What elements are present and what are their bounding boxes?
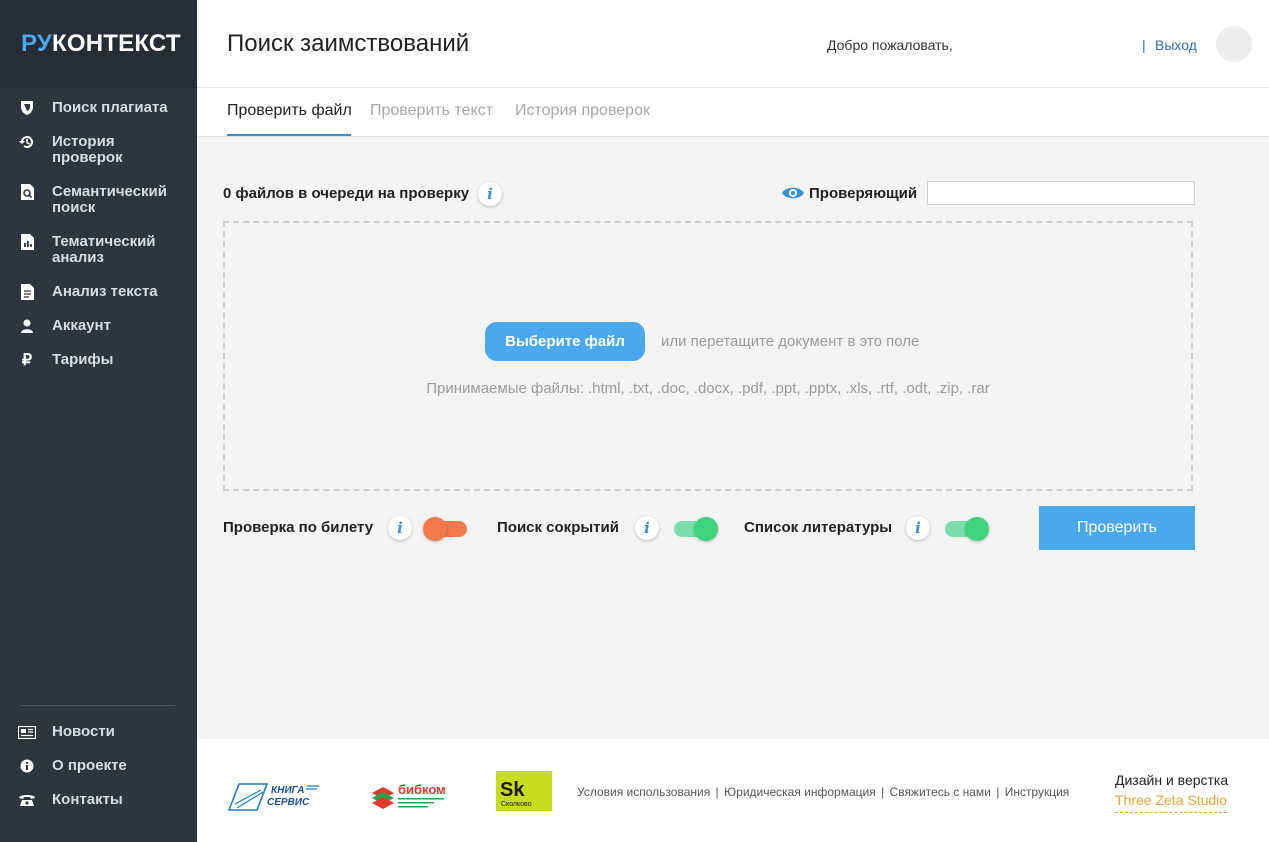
partner-logo-kniga-servis[interactable]: КНИГА СЕРВИС (227, 780, 323, 812)
tab-check-text[interactable]: Проверить текст (370, 102, 493, 120)
drag-hint: или перетащите документ в это поле (661, 333, 920, 350)
queue-status: 0 файлов в очереди на проверку (223, 185, 470, 202)
history-icon (18, 134, 36, 150)
sidebar-item-account[interactable]: Аккаунт (0, 318, 197, 334)
partner-kniga-line2: СЕРВИС (267, 797, 310, 808)
sidebar-item-about[interactable]: О проекте (0, 758, 197, 774)
partner-logo-skolkovo[interactable]: Sk Сколково (496, 771, 552, 811)
main-nav: Поиск плагиата История проверок Семантич… (0, 88, 197, 370)
tab-check-history[interactable]: История проверок (515, 102, 650, 120)
sidebar-item-semantic-search[interactable]: Семантический поиск (0, 184, 197, 216)
sidebar-item-label: О проекте (52, 757, 127, 774)
toggle-knob (965, 517, 989, 541)
studio-link[interactable]: Three Zeta Studio (1115, 792, 1228, 813)
sidebar-item-tariffs[interactable]: ₽ Тарифы (0, 351, 197, 370)
sidebar-item-label: Контакты (52, 791, 123, 808)
footer-link-separator: | (881, 785, 885, 799)
footer-link-separator: | (715, 785, 719, 799)
avatar[interactable] (1216, 26, 1252, 62)
header-separator: | (1142, 37, 1146, 53)
footer-link-separator: | (996, 785, 1000, 799)
logo-part-context: КОНТЕКСТ (52, 30, 181, 57)
partner-skolkovo-mark: Sk (500, 779, 525, 801)
sidebar-item-plagiarism[interactable]: Поиск плагиата (0, 100, 197, 116)
footer-links: Условия использования | Юридическая инфо… (577, 785, 1069, 799)
partner-bibkom-text: бибком (398, 782, 446, 797)
file-dropzone[interactable] (223, 221, 1193, 491)
info-icon[interactable]: i (478, 182, 502, 206)
toggle-knob (423, 517, 447, 541)
eye-icon (782, 187, 804, 199)
partner-kniga-line1: КНИГА (271, 785, 304, 796)
option-hidden-search-label: Поиск сокрытий (497, 519, 619, 536)
toggle-knob (694, 517, 718, 541)
info-icon (18, 758, 36, 774)
logout-link[interactable]: Выход (1155, 37, 1197, 53)
choose-file-button[interactable]: Выберите файл (485, 322, 645, 361)
partner-skolkovo-name: Сколково (501, 801, 532, 808)
tab-bar: Проверить файл Проверить текст История п… (197, 88, 1269, 137)
footer-link-legal[interactable]: Юридическая информация (724, 785, 876, 799)
partner-logo-bibkom[interactable]: бибком (370, 779, 450, 813)
logo-part-ru: РУ (21, 30, 53, 57)
sidebar-item-label: Семантический поиск (52, 183, 167, 216)
header: Поиск заимствований Добро пожаловать, | … (197, 0, 1269, 88)
doc-chart-icon (18, 234, 36, 250)
reviewer-label: Проверяющий (809, 185, 918, 202)
sidebar-item-history[interactable]: История проверок (0, 134, 197, 166)
sidebar-item-label: Аккаунт (52, 317, 111, 334)
check-button[interactable]: Проверить (1039, 506, 1195, 550)
sidebar-item-thematic-analysis[interactable]: Тематический анализ (0, 234, 197, 266)
option-ticket-check-label: Проверка по билету (223, 519, 374, 536)
sidebar-item-label: Тематический анализ (52, 233, 156, 266)
footer-link-contact[interactable]: Свяжитесь с нами (890, 785, 991, 799)
reviewer-input[interactable] (927, 181, 1195, 205)
footer-link-terms[interactable]: Условия использования (577, 785, 710, 799)
ruble-icon: ₽ (21, 352, 33, 369)
accepted-formats: Принимаемые файлы: .html, .txt, .doc, .d… (426, 380, 990, 397)
footer-link-manual[interactable]: Инструкция (1005, 785, 1070, 799)
doc-search-icon (18, 184, 36, 200)
user-icon (18, 318, 36, 334)
shield-icon (18, 100, 36, 116)
design-credit: Дизайн и верстка (1115, 772, 1229, 788)
sidebar-item-news[interactable]: Новости (0, 724, 197, 740)
sidebar-item-text-analysis[interactable]: Анализ текста (0, 284, 197, 300)
option-bibliography-label: Список литературы (744, 519, 893, 536)
footer: КНИГА СЕРВИС бибком Sk Сколково Условия … (197, 739, 1269, 842)
welcome-text: Добро пожаловать, (827, 37, 953, 53)
sidebar-divider (20, 705, 175, 706)
tab-check-file[interactable]: Проверить файл (227, 102, 352, 120)
info-icon[interactable]: i (906, 516, 930, 540)
sidebar-item-label: Анализ текста (52, 283, 158, 300)
sidebar-item-label: Новости (52, 723, 115, 740)
sidebar-item-label: Тарифы (52, 351, 114, 368)
info-icon[interactable]: i (635, 516, 659, 540)
toggle-ticket-check[interactable] (423, 517, 467, 541)
info-icon[interactable]: i (388, 516, 412, 540)
sidebar-item-contacts[interactable]: Контакты (0, 792, 197, 808)
secondary-nav: Новости О проекте Контакты (0, 724, 197, 826)
active-tab-indicator (227, 134, 351, 136)
sidebar-item-label: Поиск плагиата (52, 99, 168, 116)
page-title: Поиск заимствований (227, 30, 470, 57)
toggle-hidden-search[interactable] (674, 517, 718, 541)
sidebar: РУ КОНТЕКСТ Поиск плагиата История провер… (0, 0, 197, 842)
document-icon (18, 284, 36, 300)
phone-icon (18, 792, 36, 808)
newspaper-icon (18, 724, 36, 740)
toggle-bibliography[interactable] (945, 517, 989, 541)
sidebar-item-label: История проверок (52, 133, 123, 166)
logo[interactable]: РУ КОНТЕКСТ (0, 0, 197, 88)
